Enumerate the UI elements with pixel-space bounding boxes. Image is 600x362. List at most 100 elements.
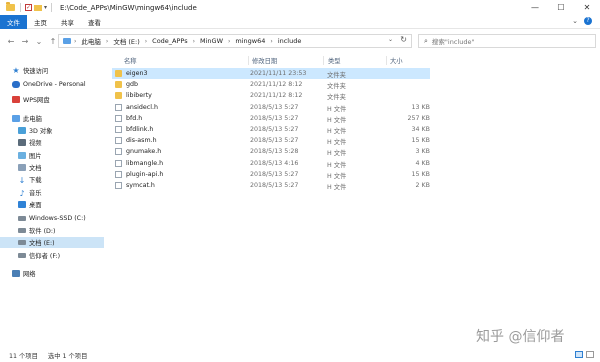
minimize-button[interactable]: — [522,0,548,15]
file-size: 3 KB [415,148,430,156]
table-row[interactable]: eigen3 2021/11/11 23:53 文件夹 [112,68,430,79]
sidebar-item-label: 快速访问 [23,68,49,75]
selection-count: 选中 1 个项目 [47,352,88,360]
breadcrumb-mingw64[interactable]: mingw64 [235,37,265,45]
expand-ribbon-icon[interactable]: ⌄ [572,17,578,25]
breadcrumb-separator[interactable]: › [106,38,108,45]
sidebar-item[interactable]: 3D 对象 [0,125,104,136]
sidebar-item[interactable]: 此电脑 [0,113,104,124]
help-icon[interactable]: ? [584,17,592,25]
table-row[interactable]: gdb 2021/11/12 8:12 文件夹 [112,79,430,90]
sidebar-item[interactable]: 信仰者 (F:) [0,250,104,261]
sidebar-item[interactable]: 文档 [0,162,104,173]
table-row[interactable]: ansidecl.h 2018/5/13 5:27 H 文件 13 KB [112,102,430,113]
breadcrumb-separator[interactable]: › [270,38,272,45]
star-icon: ★ [12,66,20,75]
column-divider[interactable] [323,56,324,65]
document-icon [18,164,26,171]
cloud-icon [12,81,20,88]
file-list: 名称 修改日期 类型 大小 eigen3 2021/11/11 23:53 文件夹 g… [108,55,600,345]
tab-home[interactable]: 主页 [27,15,54,29]
sidebar-item[interactable]: OneDrive - Personal [0,79,104,90]
sidebar-item[interactable]: Windows-SSD (C:) [0,213,104,224]
sidebar-item[interactable]: 文档 (E:) [0,237,104,248]
file-type: H 文件 [327,116,347,124]
file-name: symcat.h [126,182,155,189]
breadcrumb-separator[interactable]: › [193,38,195,45]
sidebar-item-label: 3D 对象 [29,128,53,135]
refresh-icon[interactable]: ↻ [400,35,407,44]
sidebar-item[interactable]: ★ 快速访问 [0,65,104,76]
file-type: 文件夹 [327,83,346,91]
tab-view[interactable]: 查看 [81,15,108,29]
table-row[interactable]: dis-asm.h 2018/5/13 5:27 H 文件 15 KB [112,135,430,146]
file-type: H 文件 [327,139,347,147]
table-row[interactable]: libmangle.h 2018/5/13 4:16 H 文件 4 KB [112,158,430,169]
column-header-type[interactable]: 类型 [328,56,341,65]
window-title: E:\Code_APPs\MinGW\mingw64\include [60,3,197,12]
file-size: 4 KB [415,159,430,167]
column-header-size[interactable]: 大小 [390,56,403,65]
breadcrumb-code-apps[interactable]: Code_APPs [152,37,187,45]
file-size: 13 KB [411,103,430,111]
address-bar[interactable]: › 此电脑 › 文档 (E:) › Code_APPs › MinGW › mi… [58,34,412,48]
video-icon [18,139,26,146]
customize-toolbar-icon[interactable]: ▾ [44,4,47,11]
folder-icon [115,70,122,77]
maximize-button[interactable]: ☐ [548,0,574,15]
file-date: 2018/5/13 5:27 [250,137,299,145]
table-row[interactable]: libiberty 2021/11/12 8:12 文件夹 [112,90,430,101]
details-view-icon[interactable] [575,351,583,358]
column-divider[interactable] [248,56,249,65]
navigation-bar: ← → ⌄ ↑ › 此电脑 › 文档 (E:) › Code_APPs › Mi… [0,30,600,52]
file-size: 34 KB [411,126,430,133]
table-row[interactable]: plugin-api.h 2018/5/13 5:27 H 文件 15 KB [112,169,430,180]
breadcrumb-this-pc[interactable]: 此电脑 [81,36,101,46]
search-placeholder[interactable]: 搜索"include" [432,36,475,46]
new-folder-icon[interactable] [34,4,42,11]
sidebar-item-label: 文档 (E:) [29,240,55,247]
sidebar-item[interactable]: 视频 [0,137,104,148]
sidebar-item-label: 视频 [29,140,42,147]
download-icon: ↓ [18,176,26,185]
file-name: bfd.h [126,114,143,122]
address-dropdown-icon[interactable]: ⌄ [388,36,393,43]
file-size: 2 KB [415,182,430,189]
properties-icon[interactable]: ✓ [25,4,32,11]
file-size: 257 KB [407,114,430,122]
breadcrumb-separator[interactable]: › [74,38,76,45]
breadcrumb-mingw[interactable]: MinGW [200,37,223,45]
breadcrumb-separator[interactable]: › [145,38,147,45]
table-row[interactable]: bfdlink.h 2018/5/13 5:27 H 文件 34 KB [112,124,430,135]
sidebar-item[interactable]: 图片 [0,150,104,161]
file-date: 2018/5/13 4:16 [250,159,299,167]
table-row[interactable]: bfd.h 2018/5/13 5:27 H 文件 257 KB [112,113,430,124]
large-icons-view-icon[interactable] [586,351,594,358]
breadcrumb-separator[interactable]: › [228,38,230,45]
tab-file[interactable]: 文件 [0,14,27,29]
sidebar-item[interactable]: 软件 (D:) [0,225,104,236]
column-divider[interactable] [386,56,387,65]
breadcrumb-drive-e[interactable]: 文档 (E:) [113,36,139,46]
recent-locations-button[interactable]: ⌄ [33,37,45,46]
sidebar-item[interactable]: 网络 [0,268,104,279]
tab-share[interactable]: 共享 [54,15,81,29]
breadcrumb-include[interactable]: include [278,37,302,45]
search-icon: ⌕ [424,36,428,45]
column-header-name[interactable]: 名称 [124,56,137,65]
table-row[interactable]: gnumake.h 2018/5/13 5:28 H 文件 3 KB [112,146,430,157]
file-type: H 文件 [327,184,347,191]
sidebar-item[interactable]: WPS网盘 [0,94,104,105]
file-icon [115,170,122,178]
back-button[interactable]: ← [5,37,17,46]
table-row[interactable]: symcat.h 2018/5/13 5:27 H 文件 2 KB [112,180,430,191]
file-icon [115,103,122,111]
sidebar-item[interactable]: 桌面 [0,199,104,210]
close-button[interactable]: ✕ [574,0,600,15]
column-header-date[interactable]: 修改日期 [252,56,277,65]
sidebar-item[interactable]: ↓ 下载 [0,174,104,185]
sidebar-item[interactable]: ♪ 音乐 [0,187,104,198]
search-box[interactable]: ⌕ 搜索"include" [418,34,596,48]
folder-icon [115,81,122,89]
forward-button[interactable]: → [19,37,31,46]
